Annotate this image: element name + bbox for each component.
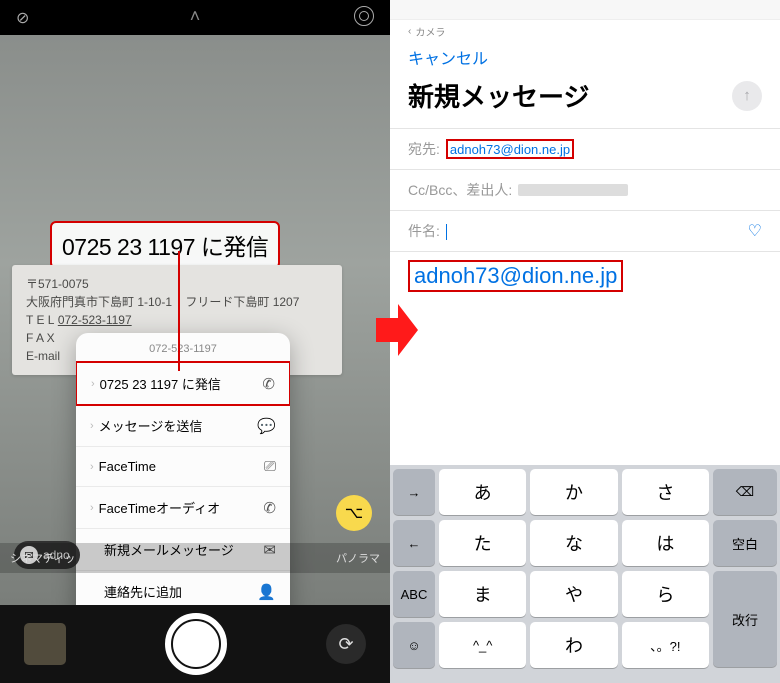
menu-item-facetime-audio[interactable]: › FaceTimeオーディオ ✆ xyxy=(76,487,290,529)
live-photo-icon[interactable] xyxy=(354,6,374,26)
chevron-right-icon: › xyxy=(91,378,95,390)
menu-item-add-contact[interactable]: 連絡先に追加 👤 xyxy=(76,571,290,605)
to-field[interactable]: 宛先: adnoh73@dion.ne.jp xyxy=(390,128,780,169)
person-icon: 👤 xyxy=(257,583,276,601)
flash-off-icon[interactable]: ⊘ xyxy=(16,8,29,28)
shutter-button[interactable] xyxy=(165,613,227,675)
key-ra[interactable]: ら xyxy=(622,571,709,617)
camera-viewfinder: 0725 23 1197 に発信 〒571-0075 大阪府門真市下島町 1-1… xyxy=(0,35,390,605)
call-number-banner[interactable]: 0725 23 1197 に発信 xyxy=(50,221,280,269)
menu-item-label: メッセージを送信 xyxy=(99,416,258,435)
key-sa[interactable]: さ xyxy=(622,469,709,515)
postal-code: 〒571-0075 xyxy=(26,275,328,293)
key-a[interactable]: あ xyxy=(439,469,526,515)
camera-mode-bar[interactable]: シネマティッ パノラマ xyxy=(0,543,390,573)
key-abc[interactable]: ABC xyxy=(393,571,435,617)
camera-top-bar: ⊘ ˄ xyxy=(0,0,390,35)
live-text-icon: ⌥ xyxy=(345,503,363,523)
menu-item-label: 0725 23 1197 に発信 xyxy=(100,374,263,393)
last-photo-thumbnail[interactable] xyxy=(24,623,66,665)
phone-icon: ✆ xyxy=(263,499,276,517)
chat-icon: 💬 xyxy=(257,417,276,435)
back-to-camera[interactable]: ‹ カメラ xyxy=(390,20,780,43)
menu-item-label: FaceTimeオーディオ xyxy=(99,498,264,517)
subject-label: 件名: xyxy=(408,221,440,241)
key-punct[interactable]: 、。?! xyxy=(622,622,709,668)
annotation-line xyxy=(178,251,180,371)
video-icon: ⎚ xyxy=(264,458,276,475)
redacted-sender xyxy=(518,184,628,196)
switch-camera-button[interactable]: ⟳ xyxy=(326,624,366,664)
to-email-value[interactable]: adnoh73@dion.ne.jp xyxy=(450,142,570,157)
arrow-up-icon: ↑ xyxy=(743,87,751,104)
text-cursor xyxy=(446,224,447,240)
chevron-up-icon[interactable]: ˄ xyxy=(190,6,201,27)
menu-item-call[interactable]: › 0725 23 1197 に発信 ✆ xyxy=(76,361,290,406)
chevron-left-icon: ‹ xyxy=(408,26,411,37)
subject-field[interactable]: 件名: ♡ xyxy=(390,210,780,251)
mail-compose-screen: ‹ カメラ キャンセル 新規メッセージ ↑ 宛先: adnoh73@dion.n… xyxy=(390,0,780,683)
menu-item-label: 連絡先に追加 xyxy=(104,582,257,601)
email-suggestion[interactable]: adnoh73@dion.ne.jp xyxy=(408,260,623,292)
to-label: 宛先: xyxy=(408,139,440,159)
key-ka[interactable]: か xyxy=(530,469,617,515)
cc-bcc-label: Cc/Bcc、差出人: xyxy=(408,180,512,200)
bell-icon[interactable]: ♡ xyxy=(748,221,762,241)
mode-pano[interactable]: パノラマ xyxy=(336,550,380,566)
mode-cinematic[interactable]: シネマティッ xyxy=(10,550,75,566)
compose-title: 新規メッセージ xyxy=(408,77,732,114)
chevron-right-icon: › xyxy=(90,420,94,432)
key-ya[interactable]: や xyxy=(530,571,617,617)
key-backspace[interactable]: ⌫ xyxy=(713,469,777,515)
menu-item-message[interactable]: › メッセージを送信 💬 xyxy=(76,405,290,447)
back-label: カメラ xyxy=(415,24,445,39)
key-arrow-right[interactable]: → xyxy=(393,469,435,515)
chevron-right-icon: › xyxy=(90,461,94,473)
key-kaomoji[interactable]: ^_^ xyxy=(439,622,526,668)
camera-screen: ⊘ ˄ 0725 23 1197 に発信 〒571-0075 大阪府門真市下島町… xyxy=(0,0,390,683)
address-line: 大阪府門真市下島町 1-10-1 フリード下島町 1207 xyxy=(26,293,328,311)
send-button[interactable]: ↑ xyxy=(732,81,762,111)
menu-item-label: FaceTime xyxy=(99,459,264,474)
key-ta[interactable]: た xyxy=(439,520,526,566)
status-bar xyxy=(390,0,780,20)
context-menu-header: 072-523-1197 xyxy=(76,333,290,362)
live-text-button[interactable]: ⌥ xyxy=(336,495,372,531)
keyboard: → あ か さ ⌫ ← た な は 空白 ABC ま や ら 改行 ☺ xyxy=(390,465,780,683)
key-ma[interactable]: ま xyxy=(439,571,526,617)
phone-icon: ✆ xyxy=(262,375,275,393)
key-wa[interactable]: わ xyxy=(530,622,617,668)
cc-bcc-field[interactable]: Cc/Bcc、差出人: xyxy=(390,169,780,210)
key-space[interactable]: 空白 xyxy=(713,520,777,566)
key-arrow-left[interactable]: ← xyxy=(393,520,435,566)
chevron-right-icon: › xyxy=(90,502,94,514)
key-ha[interactable]: は xyxy=(622,520,709,566)
tel-line: T E L 072-523-1197 xyxy=(26,311,328,329)
detected-tel[interactable]: 072-523-1197 xyxy=(58,313,132,327)
key-na[interactable]: な xyxy=(530,520,617,566)
cancel-button[interactable]: キャンセル xyxy=(390,43,780,77)
key-emoji[interactable]: ☺ xyxy=(393,622,435,668)
camera-bottom-bar: ⟳ xyxy=(0,605,390,683)
menu-item-facetime[interactable]: › FaceTime ⎚ xyxy=(76,447,290,487)
